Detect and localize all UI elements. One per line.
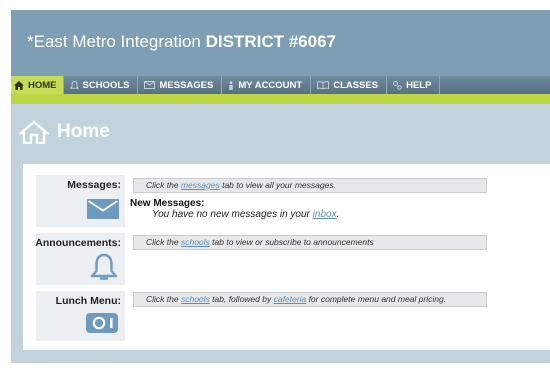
nav-my-account-label: MY ACCOUNT	[238, 79, 303, 91]
person-icon	[228, 80, 234, 90]
lunch-menu-label: Lunch Menu:	[55, 295, 121, 307]
new-messages-text-end: .	[336, 209, 340, 220]
schools-link[interactable]: schools	[181, 294, 210, 304]
main-nav: HOME SCHOOLS MESSAGES MY ACCOUNT CLASSES…	[11, 76, 550, 94]
accent-bar	[11, 94, 550, 104]
nav-schools-label: SCHOOLS	[82, 79, 130, 91]
lunch-info-bar: Click the schools tab, followed by cafet…	[133, 292, 487, 307]
schools-link[interactable]: schools	[181, 237, 210, 247]
messages-link[interactable]: messages	[181, 180, 220, 190]
lunch-bar-text: Click the	[146, 294, 181, 304]
new-messages-title: New Messages:	[130, 198, 205, 209]
nav-schools[interactable]: SCHOOLS	[64, 76, 139, 94]
announcements-label: Announcements:	[35, 237, 121, 249]
new-messages-text: You have no new messages in your	[152, 209, 313, 220]
page-heading-text: Home	[57, 121, 110, 142]
nav-home-label: HOME	[28, 79, 57, 91]
nav-messages[interactable]: MESSAGES	[138, 76, 223, 94]
cafeteria-link[interactable]: cafeteria	[274, 294, 307, 304]
announcements-bar-text-end: tab to view or subscribe to announcement…	[209, 237, 374, 247]
bell-icon	[69, 80, 79, 90]
envelope-icon	[144, 81, 156, 89]
nav-my-account[interactable]: MY ACCOUNT	[222, 76, 312, 94]
nav-classes[interactable]: CLASSES	[311, 76, 388, 94]
nav-classes-label: CLASSES	[333, 79, 379, 91]
messages-label-box: Messages:	[36, 175, 125, 227]
envelope-icon[interactable]	[87, 199, 119, 224]
book-icon	[317, 81, 330, 89]
messages-bar-text: Click the	[146, 180, 181, 190]
nav-help[interactable]: HELP	[387, 76, 441, 94]
page-title: Home	[19, 120, 110, 144]
help-icon	[393, 80, 402, 90]
nav-messages-label: MESSAGES	[159, 79, 214, 91]
inbox-link[interactable]: inbox	[313, 209, 337, 220]
district-title-prefix: *East Metro Integration	[27, 32, 206, 51]
nav-home[interactable]: HOME	[11, 76, 64, 94]
messages-bar-text-end: tab to view all your messages.	[219, 180, 336, 190]
lunch-label-box: Lunch Menu:	[36, 291, 125, 341]
announcements-info-bar: Click the schools tab to view or subscri…	[133, 235, 487, 250]
messages-info-bar: Click the messages tab to view all your …	[133, 178, 487, 193]
nav-help-label: HELP	[406, 79, 432, 91]
district-title-strong: DISTRICT #6067	[205, 32, 336, 51]
lunch-bar-text-mid: tab, followed by	[209, 294, 274, 304]
home-icon	[19, 120, 49, 144]
home-icon	[14, 80, 24, 90]
messages-label: Messages:	[67, 179, 121, 191]
bell-icon[interactable]	[89, 253, 119, 286]
announcements-bar-text: Click the	[146, 237, 181, 247]
new-messages-body: You have no new messages in your inbox.	[152, 209, 339, 220]
camera-icon[interactable]	[86, 313, 118, 338]
announcements-label-box: Announcements:	[35, 233, 125, 286]
lunch-bar-text-end: for complete menu and meal pricing.	[306, 294, 447, 304]
district-title: *East Metro Integration DISTRICT #6067	[27, 32, 336, 52]
site-header: *East Metro Integration DISTRICT #6067	[11, 10, 550, 76]
